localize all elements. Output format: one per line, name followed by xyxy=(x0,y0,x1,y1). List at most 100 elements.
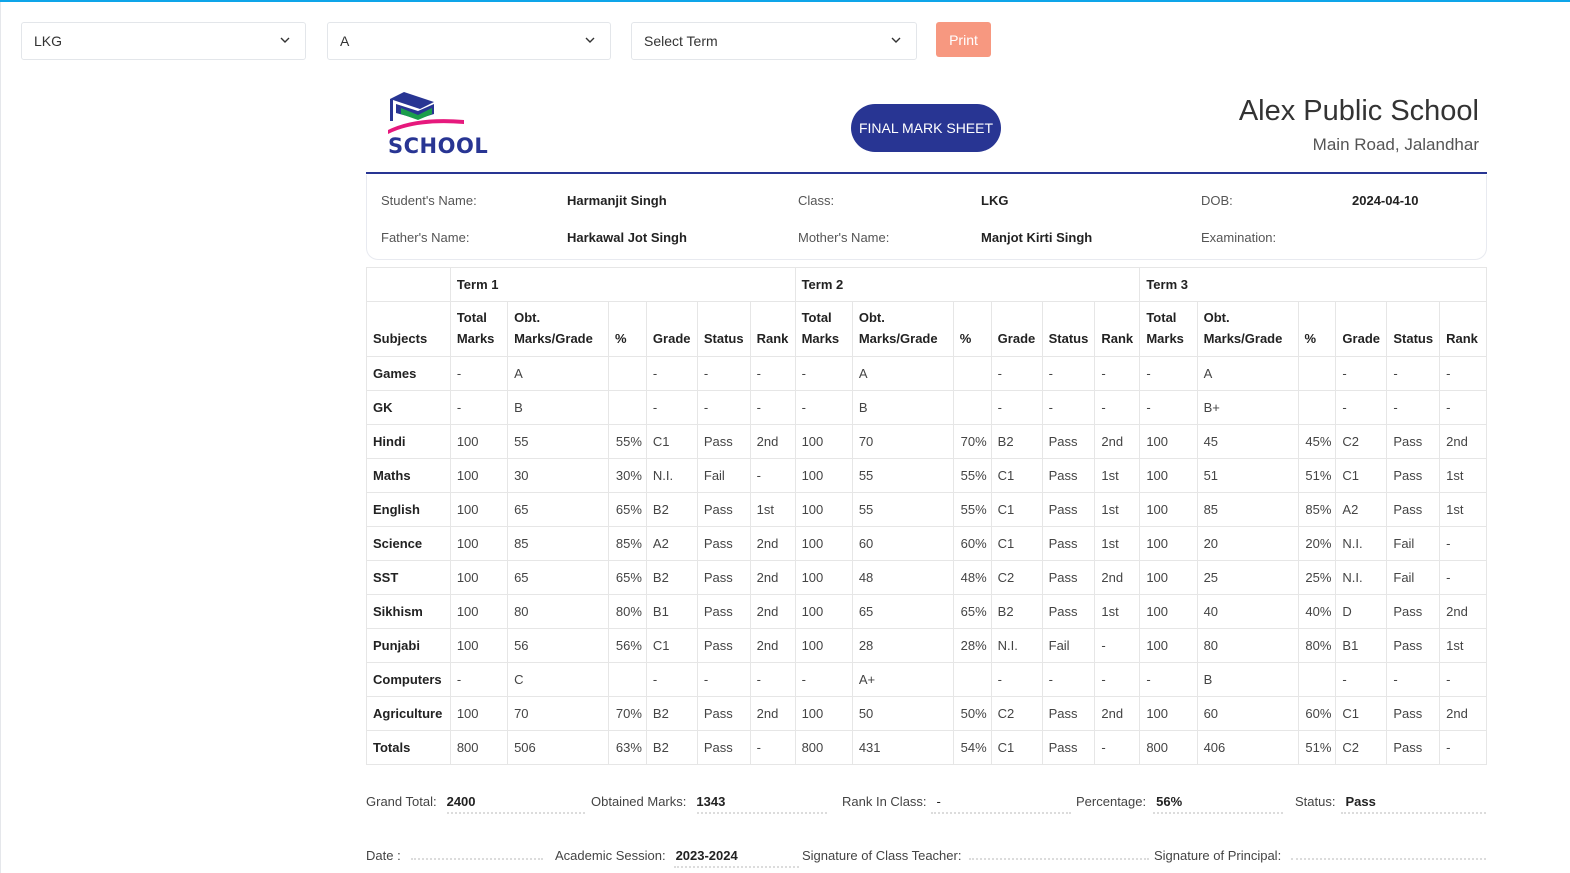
total-marks-cell: 800 xyxy=(794,730,853,765)
percentage-cell: 85% xyxy=(608,526,647,561)
status-cell: Fail xyxy=(696,458,751,493)
table-row: Computers - C - - - - A+ - - - - B - - - xyxy=(366,662,1487,697)
total-marks-cell: 100 xyxy=(1139,560,1198,595)
total-marks-cell: 100 xyxy=(1139,424,1198,459)
total-marks-cell: - xyxy=(449,390,509,425)
percentage-cell xyxy=(608,356,647,391)
status-cell: - xyxy=(1386,356,1441,391)
grade-cell: N.I. xyxy=(1335,526,1388,561)
dob-value: 2024-04-10 xyxy=(1352,193,1419,208)
rank-cell: 2nd xyxy=(1439,696,1487,731)
rank-value: - xyxy=(936,794,941,809)
total-marks-cell: 800 xyxy=(449,730,509,765)
status-cell: - xyxy=(696,662,751,697)
totals-row: Totals 800 506 63% B2 Pass -800 431 54% C1 Pass -80… xyxy=(366,730,1487,765)
total-marks-cell: 100 xyxy=(449,696,509,731)
percentage-cell: 45% xyxy=(1297,424,1337,459)
grade-cell: C1 xyxy=(990,526,1043,561)
status-cell: Pass xyxy=(1386,594,1441,629)
logo-text: SCHOOL xyxy=(388,134,489,158)
column-header: % xyxy=(1297,301,1337,357)
grade-cell: - xyxy=(645,390,698,425)
subjects-header: Subjects xyxy=(366,301,451,357)
percentage-cell xyxy=(1297,356,1337,391)
rank-cell: 1st xyxy=(1439,628,1487,663)
rank-cell: - xyxy=(1439,390,1487,425)
percentage-cell: 80% xyxy=(608,594,647,629)
obtained-marks-cell: 28 xyxy=(851,628,954,663)
obtained-marks-cell: 70 xyxy=(507,696,610,731)
column-header-text: % xyxy=(615,331,627,346)
grade-cell: - xyxy=(990,356,1043,391)
status-cell: - xyxy=(696,356,751,391)
grade-cell: A2 xyxy=(1335,492,1388,527)
top-accent-bar xyxy=(0,0,1570,2)
total-marks-cell: 100 xyxy=(449,458,509,493)
status-value: Pass xyxy=(1345,794,1376,809)
obtained-marks-cell: B xyxy=(507,390,610,425)
percentage-cell: 51% xyxy=(1297,458,1337,493)
grade-cell: C1 xyxy=(990,458,1043,493)
term-header: Term 3 xyxy=(1139,267,1487,302)
obtained-marks-cell: A xyxy=(507,356,610,391)
subject-name: Computers xyxy=(366,662,451,697)
rank-cell: 2nd xyxy=(749,696,796,731)
obtained-marks-cell: 85 xyxy=(1196,492,1299,527)
column-header-text: Rank xyxy=(1446,331,1478,346)
rank-cell: 1st xyxy=(1439,458,1487,493)
column-header: Rank xyxy=(749,301,796,357)
grade-cell: B2 xyxy=(645,492,698,527)
grade-cell: - xyxy=(1335,662,1388,697)
grade-cell: B2 xyxy=(990,594,1043,629)
obtained-marks-cell: A xyxy=(851,356,954,391)
column-header-text: Rank xyxy=(756,331,789,346)
status-cell: Pass xyxy=(696,696,751,731)
column-header-text: Rank xyxy=(1101,331,1134,346)
status-cell: Pass xyxy=(696,560,751,595)
section-select[interactable]: A xyxy=(327,22,611,60)
obtained-marks-cell: B+ xyxy=(1196,390,1299,425)
section-select-value: A xyxy=(340,33,350,49)
rank-field: Rank In Class: - xyxy=(842,794,941,809)
academic-session-field: Academic Session: 2023-2024 xyxy=(555,848,738,863)
obtained-marks-cell: 85 xyxy=(507,526,610,561)
percentage-cell: 28% xyxy=(952,628,992,663)
rank-cell: - xyxy=(1094,662,1141,697)
percentage-cell: 56% xyxy=(608,628,647,663)
obtained-marks-cell: A xyxy=(1196,356,1299,391)
column-header: Rank xyxy=(1094,301,1141,357)
grade-cell: - xyxy=(1335,356,1388,391)
column-header-text: Total Marks xyxy=(1146,310,1184,346)
column-header: % xyxy=(608,301,647,357)
subject-name: GK xyxy=(366,390,451,425)
grade-cell: - xyxy=(990,390,1043,425)
total-marks-cell: 800 xyxy=(1139,730,1198,765)
obtained-marks-cell: 20 xyxy=(1196,526,1299,561)
grand-total-field: Grand Total: 2400 xyxy=(366,794,476,809)
rank-label: Rank In Class: xyxy=(842,794,927,809)
percentage-cell xyxy=(952,390,992,425)
percentage-cell: 70% xyxy=(608,696,647,731)
rank-cell: 2nd xyxy=(749,628,796,663)
subject-name: Totals xyxy=(366,730,451,765)
grade-cell: C2 xyxy=(990,696,1043,731)
obtained-marks-cell: 60 xyxy=(1196,696,1299,731)
status-field: Status: Pass xyxy=(1295,794,1376,809)
total-marks-cell: 100 xyxy=(794,492,853,527)
table-row: Agriculture 100 70 70% B2 Pass 2nd 100 50 50% C2 Pa… xyxy=(366,696,1487,731)
class-select[interactable]: LKG xyxy=(21,22,306,60)
column-header: Obt. Marks/Grade xyxy=(507,301,610,357)
column-header: Grade xyxy=(645,301,698,357)
status-cell: Pass xyxy=(1041,730,1096,765)
grade-cell: - xyxy=(1335,390,1388,425)
rank-cell: 2nd xyxy=(749,560,796,595)
column-header-row: Subjects Total Marks Obt. Marks/Grade% Grade S… xyxy=(366,301,1487,357)
term-header-row: Term 1 Term 2 Term 3 xyxy=(366,267,1487,302)
table-row: English 100 65 65% B2 Pass 1st 100 55 55% C1 Pass 1s… xyxy=(366,492,1487,527)
percentage-cell xyxy=(952,356,992,391)
grade-cell: C1 xyxy=(645,424,698,459)
print-button[interactable]: Print xyxy=(936,22,991,57)
left-border xyxy=(0,2,1,873)
term-select[interactable]: Select Term xyxy=(631,22,917,60)
obtained-marks-cell: 506 xyxy=(507,730,610,765)
